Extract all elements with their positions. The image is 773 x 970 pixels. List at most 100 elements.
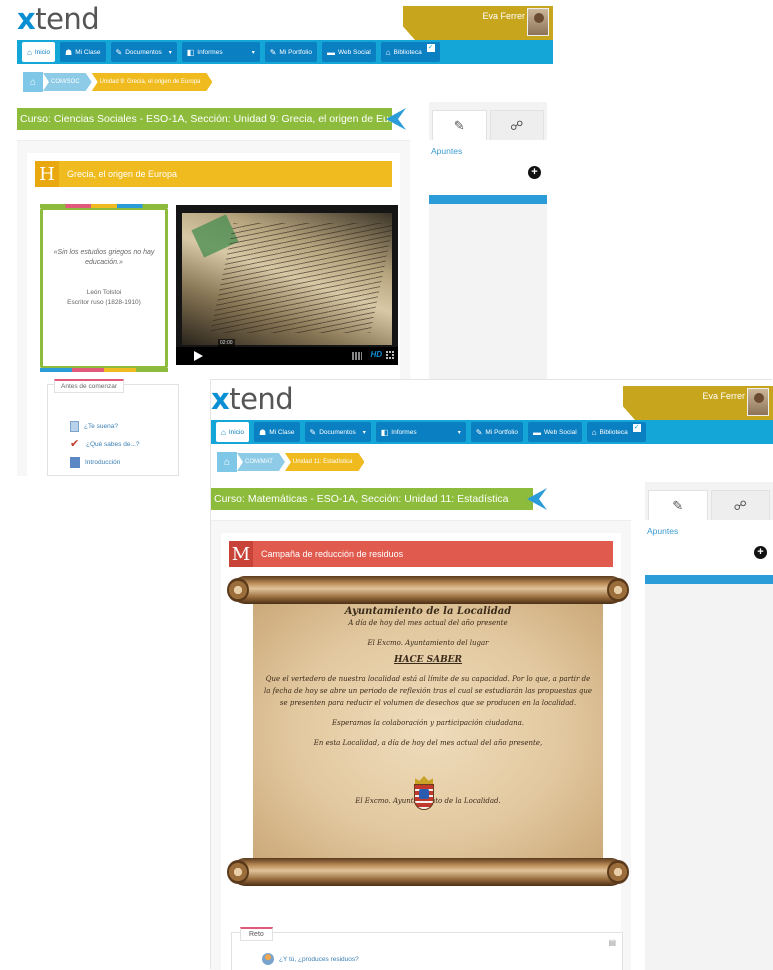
top-bar: xtend Eva Ferrer	[17, 0, 553, 40]
user-name[interactable]: Eva Ferrer	[482, 11, 525, 21]
menu-icon[interactable]: ▤	[608, 938, 616, 947]
chat-bubbles-icon: ☍	[510, 117, 524, 133]
challenge-panel: Reto ▤ ¿Y tú, ¿produces residuos?	[231, 927, 623, 970]
scroll-appeal: Esperamos la colaboración y participació…	[331, 719, 525, 727]
folder-icon: ▬	[532, 427, 541, 437]
play-icon[interactable]	[194, 351, 203, 361]
video-time: 02:00	[218, 339, 235, 347]
quote-author-name: León Tolstoi	[86, 289, 122, 296]
chart-icon: ◧	[380, 427, 389, 437]
pencil-icon: ✎	[309, 427, 317, 437]
add-note-icon[interactable]: +	[528, 166, 541, 179]
scroll-roll-top	[227, 576, 629, 604]
top-bar: xtend Eva Ferrer	[211, 380, 773, 420]
breadcrumb: ⌂ COM/MAT Unidad 11: Estadística	[217, 452, 364, 472]
scroll-body: Que el vertedero de nuestra localidad es…	[263, 675, 593, 707]
nav-biblioteca[interactable]: ⌂ Biblioteca ✓	[380, 42, 440, 62]
caret-down-icon: ▾	[168, 49, 172, 56]
section-header: M Campaña de reducción de residuos	[229, 541, 613, 567]
library-icon: ⌂	[591, 427, 597, 437]
nav-mi-portfolio[interactable]: ✎ Mi Portfolio	[470, 422, 523, 442]
add-note-icon[interactable]: +	[754, 546, 767, 559]
breadcrumb-home-icon[interactable]: ⌂	[217, 452, 237, 472]
chart-icon: ◧	[186, 47, 195, 57]
users-icon: ☗	[65, 47, 73, 57]
scroll-hace-saber: HACE SABER	[393, 655, 463, 665]
notes-tab[interactable]: ✎	[432, 110, 487, 140]
scroll-date: A día de hoy del mes actual del año pres…	[348, 619, 508, 627]
xtend-logo[interactable]: xtend	[211, 382, 294, 416]
course-title-bar: Curso: Matemáticas - ESO-1A, Sección: Un…	[211, 488, 533, 510]
scroll-from: El Excmo. Ayuntamiento del lugar	[367, 639, 489, 647]
nav-informes[interactable]: ◧ Informes ▾	[375, 422, 466, 442]
notes-bar	[429, 195, 547, 204]
pencil-icon: ✎	[269, 47, 277, 57]
checkmark-icon: ✔	[70, 438, 80, 450]
nav-inicio[interactable]: ⌂ Inicio	[216, 422, 250, 442]
nav-web-social[interactable]: ▬ Web Social	[527, 422, 582, 442]
main-nav: ⌂ Inicio ☗ Mi Clase ✎ Documentos ▾ ◧ Informes…	[211, 420, 773, 444]
comments-tab[interactable]: ☍	[710, 490, 770, 520]
pencil-icon: ✎	[115, 47, 123, 57]
notes-label: Apuntes	[431, 146, 463, 156]
course-title-bar: Curso: Ciencias Sociales - ESO-1A, Secci…	[17, 108, 410, 130]
list-item[interactable]: ¿Te suena?	[70, 421, 118, 432]
nav-mi-portfolio[interactable]: ✎ Mi Portfolio	[264, 42, 317, 62]
quote-author: León Tolstoi Escritor ruso (1828-1910)	[51, 288, 157, 308]
section-title: Grecia, el origen de Europa	[67, 169, 178, 179]
screenshot-matematicas: xtend Eva Ferrer ⌂ Inicio ☗ Mi Clase ✎ Docu…	[211, 380, 773, 970]
breadcrumb-item[interactable]: Unidad 11: Estadística	[285, 453, 365, 471]
quote-author-info: Escritor ruso (1828-1910)	[67, 299, 141, 306]
nav-web-social[interactable]: ▬ Web Social	[321, 42, 376, 62]
nav-inicio[interactable]: ⌂ Inicio	[22, 42, 56, 62]
nav-documentos[interactable]: ✎ Documentos ▾	[110, 42, 177, 62]
before-starting-tab[interactable]: Antes de comenzar	[54, 379, 125, 393]
volume-icon[interactable]	[352, 352, 362, 360]
scroll-title: Ayuntamiento de la Localidad	[344, 606, 512, 617]
challenge-tab[interactable]: Reto	[240, 927, 273, 941]
nav-biblioteca[interactable]: ⌂ Biblioteca ✓	[586, 422, 646, 442]
pencil-icon: ✎	[475, 427, 483, 437]
xtend-logo[interactable]: xtend	[17, 2, 100, 36]
proclamation-scroll: Ayuntamiento de la Localidad A día de ho…	[227, 576, 629, 886]
section-letter: M	[229, 541, 253, 567]
coat-of-arms-icon	[413, 776, 435, 812]
crest-inner	[419, 789, 429, 799]
nav-mi-clase[interactable]: ☗ Mi Clase	[254, 422, 300, 442]
breadcrumb-item[interactable]: Unidad 9: Grecia, el origen de Europa	[92, 73, 213, 91]
section-letter: H	[35, 161, 59, 187]
caret-down-icon: ▾	[457, 429, 461, 436]
video-player[interactable]: 02:00 HD	[176, 205, 398, 365]
nav-documentos[interactable]: ✎ Documentos ▾	[304, 422, 371, 442]
user-icon	[262, 953, 274, 965]
before-starting-panel: Antes de comenzar ¿Te suena? ✔ ¿Qué sabes…	[47, 379, 179, 476]
comments-tab[interactable]: ☍	[489, 110, 544, 140]
notes-label: Apuntes	[647, 526, 679, 536]
chat-bubbles-icon: ☍	[733, 497, 747, 513]
list-item[interactable]: ✔ ¿Qué sabes de...?	[70, 439, 139, 450]
breadcrumb-item[interactable]: COM/SOC	[43, 73, 92, 91]
users-icon: ☗	[259, 427, 267, 437]
pencil-icon: ✎	[453, 117, 465, 133]
main-nav: ⌂ Inicio ☗ Mi Clase ✎ Documentos ▾ ◧ Informes…	[17, 40, 553, 64]
nav-informes[interactable]: ◧ Informes ▾	[181, 42, 260, 62]
user-avatar[interactable]	[747, 388, 769, 416]
list-item[interactable]: Introducción	[70, 457, 120, 468]
hd-badge[interactable]: HD	[370, 350, 382, 359]
notes-panel: Apuntes +	[429, 140, 547, 195]
fullscreen-icon[interactable]	[386, 351, 394, 359]
breadcrumb-home-icon[interactable]: ⌂	[23, 72, 43, 92]
breadcrumb-item[interactable]: COM/MAT	[237, 453, 285, 471]
user-band: Eva Ferrer	[623, 386, 773, 420]
list-item[interactable]: ¿Y tú, ¿produces residuos?	[262, 953, 359, 965]
check-badge-icon: ✓	[426, 43, 435, 52]
library-icon: ⌂	[385, 47, 391, 57]
side-tabs: ✎ ☍	[645, 482, 773, 520]
scroll-paper: Ayuntamiento de la Localidad A día de ho…	[253, 594, 603, 868]
user-avatar[interactable]	[527, 8, 549, 36]
user-name[interactable]: Eva Ferrer	[702, 391, 745, 401]
nav-mi-clase[interactable]: ☗ Mi Clase	[60, 42, 106, 62]
notes-tab[interactable]: ✎	[648, 490, 708, 520]
scroll-roll-bottom	[227, 858, 629, 886]
check-badge-icon: ✓	[632, 423, 641, 432]
